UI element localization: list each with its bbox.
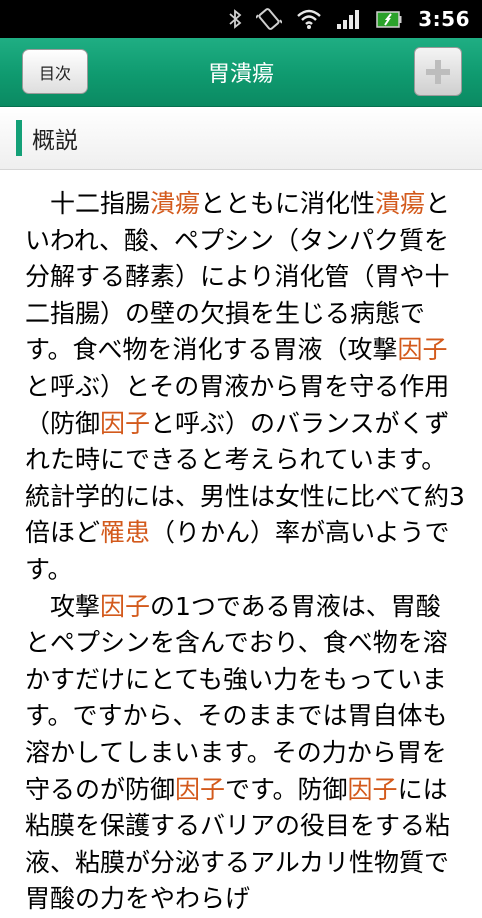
status-clock: 3:56 bbox=[418, 7, 470, 31]
status-icons: 3:56 bbox=[228, 0, 470, 38]
glossary-link[interactable]: 因子 bbox=[100, 409, 150, 438]
bluetooth-icon bbox=[229, 9, 242, 29]
glossary-link[interactable]: 潰瘍 bbox=[150, 189, 200, 218]
section-accent-bar bbox=[16, 120, 22, 156]
title-bar: 目次 胃潰瘍 bbox=[0, 38, 482, 107]
glossary-link[interactable]: 潰瘍 bbox=[375, 189, 425, 218]
article-text: とともに消化性 bbox=[200, 189, 376, 218]
vibrate-icon bbox=[256, 8, 283, 30]
section-title: 概説 bbox=[32, 128, 78, 154]
glossary-link[interactable]: 因子 bbox=[398, 335, 448, 364]
section-header: 概説 bbox=[0, 107, 482, 170]
article-paragraph: 十二指腸潰瘍とともに消化性潰瘍といわれ、酸、ペプシン（タンパク質を分解する酵素）… bbox=[25, 186, 465, 589]
glossary-link[interactable]: 因子 bbox=[100, 592, 150, 621]
article-text: 攻撃 bbox=[50, 591, 101, 621]
article-text: の1つである胃液は、胃酸とペプシンを含んでおり、食べ物を溶かすだけにとても強い力… bbox=[25, 591, 448, 804]
toc-button-label: 目次 bbox=[38, 63, 71, 83]
plus-icon bbox=[426, 59, 450, 84]
glossary-link[interactable]: 罹患 bbox=[100, 518, 150, 547]
article-text: です。防御 bbox=[225, 774, 348, 804]
glossary-link[interactable]: 因子 bbox=[348, 775, 398, 804]
toc-button[interactable]: 目次 bbox=[22, 49, 88, 94]
article-body: 十二指腸潰瘍とともに消化性潰瘍といわれ、酸、ペプシン（タンパク質を分解する酵素）… bbox=[25, 186, 465, 918]
article-text: 十二指腸 bbox=[50, 189, 151, 218]
glossary-link[interactable]: 因子 bbox=[175, 775, 225, 804]
status-bar: 3:56 bbox=[0, 0, 482, 38]
add-button[interactable] bbox=[414, 47, 462, 96]
battery-icon bbox=[376, 11, 402, 28]
signal-icon bbox=[337, 10, 360, 29]
article-paragraph: 攻撃因子の1つである胃液は、胃酸とペプシンを含んでおり、食べ物を溶かすだけにとて… bbox=[25, 589, 465, 918]
wifi-icon bbox=[297, 9, 322, 29]
